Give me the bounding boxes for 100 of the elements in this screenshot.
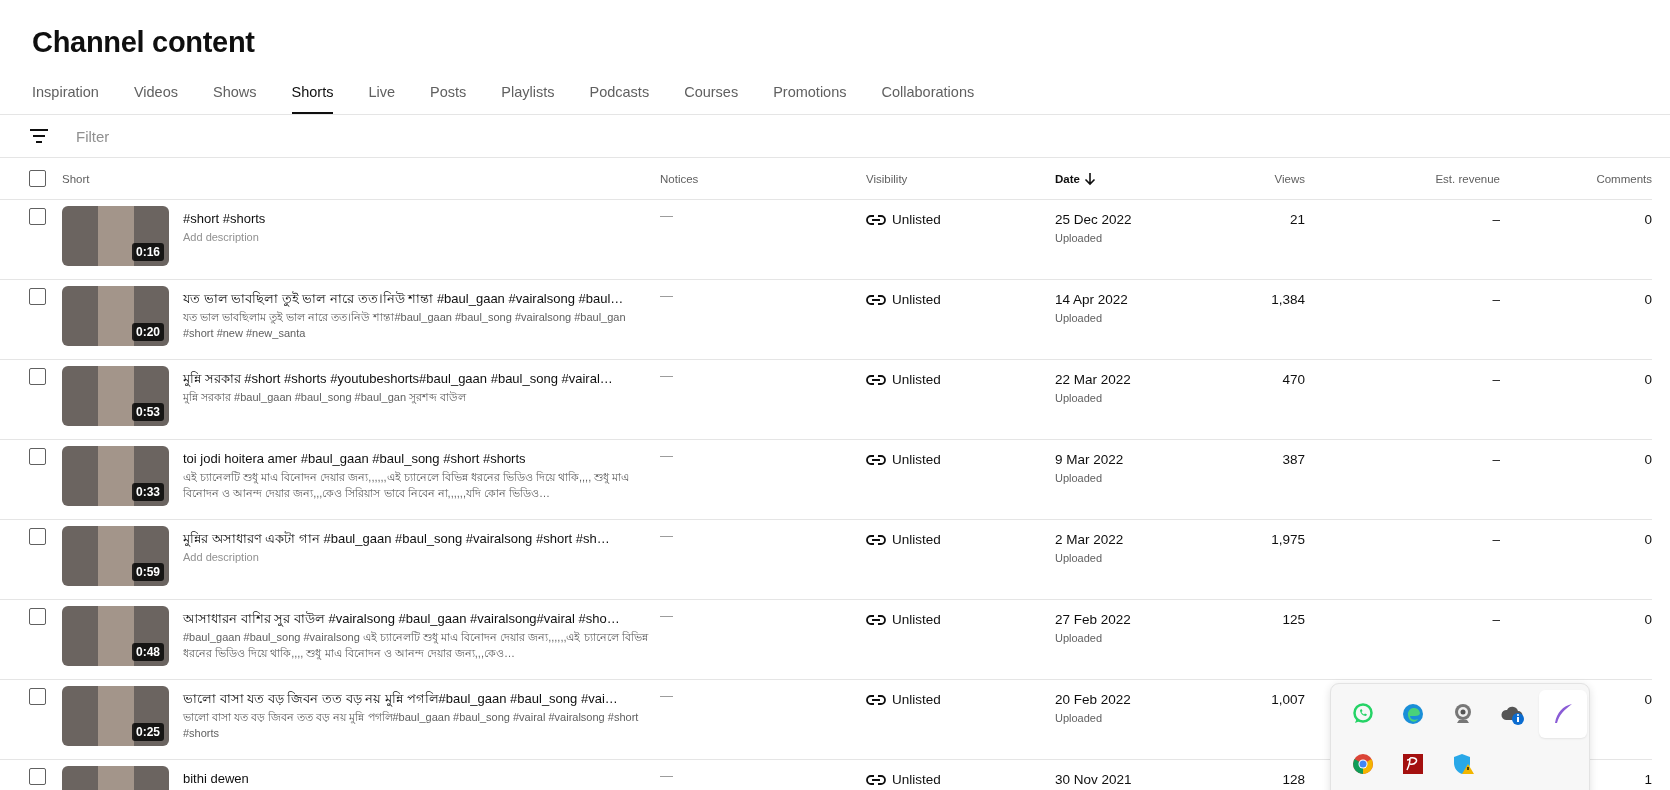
checkbox[interactable]	[29, 608, 46, 625]
video-title[interactable]: #short #shorts	[183, 210, 655, 227]
checkbox[interactable]	[29, 528, 46, 545]
date-text: 20 Feb 2022	[1055, 692, 1132, 707]
duration-badge: 0:20	[131, 323, 164, 341]
checkbox[interactable]	[29, 368, 46, 385]
date-text: 25 Dec 2022	[1055, 212, 1133, 227]
filter-icon[interactable]	[28, 128, 50, 144]
tab[interactable]: Podcasts	[589, 84, 650, 114]
tab[interactable]: Promotions	[773, 84, 847, 114]
link-icon	[866, 693, 886, 706]
visibility-text: Unlisted	[892, 292, 941, 307]
tab[interactable]: Videos	[133, 84, 178, 114]
date-text: 27 Feb 2022	[1055, 612, 1132, 627]
comments-count: 1	[1644, 772, 1652, 787]
visibility-text: Unlisted	[892, 452, 941, 467]
notices-text: —	[660, 367, 673, 383]
checkbox[interactable]	[29, 170, 46, 187]
video-description: এই চ্যানেলটি শুধু মাএ বিনোদন দেয়ার জন্য,,,,,,এই চ্যানেলে বিভিন্ন ধরনের ভিডিও দিয়ে থাকি,,,, শুধু মাএ বিনোদন ও আনন্দ দেয়ার জন্য,,,কেও সিরিয়াস ভাবে নিবেন না,,,,,,যদি কোন ভিডিও…	[183, 470, 631, 501]
checkbox[interactable]	[29, 288, 46, 305]
video-description: Add description	[183, 550, 260, 565]
video-title[interactable]: যত ভাল ভাবছিলা তুই ভাল নারে তত।নিউ শান্তা #baul_gaan #vairalsong #baul…	[183, 290, 655, 307]
revenue-value: –	[1492, 452, 1500, 467]
upload-status: Uploaded	[1055, 472, 1104, 484]
sort-arrow-icon[interactable]	[1083, 171, 1096, 186]
video-thumbnail[interactable]: 0:16	[62, 206, 169, 266]
page-title: Channel content	[32, 25, 256, 60]
video-thumbnail[interactable]: 0:53	[62, 366, 169, 426]
link-icon	[866, 293, 886, 306]
date-text: 14 Apr 2022	[1055, 292, 1129, 307]
tab[interactable]: Shorts	[291, 84, 334, 114]
date-text: 22 Mar 2022	[1055, 372, 1132, 387]
video-title[interactable]: ভালো বাসা যত বড় জিবন তত বড় নয় মুন্নি পগলি#baul_gaan #baul_song #vai…	[183, 690, 655, 707]
duration-badge: 0:33	[131, 483, 164, 501]
revenue-value: –	[1492, 292, 1500, 307]
tab[interactable]: Shows	[213, 84, 257, 114]
link-icon	[866, 453, 886, 466]
video-description: ভালো বাসা যত বড় জিবন তত বড় নয় মুন্নি পগলি#baul_gaan #baul_song #vairal #vairalsong #short #shorts	[183, 710, 640, 741]
link-icon	[866, 373, 886, 386]
tab[interactable]: Posts	[430, 84, 467, 114]
views-count: 125	[1282, 612, 1305, 627]
checkbox[interactable]	[29, 208, 46, 225]
comments-count: 0	[1644, 612, 1652, 627]
video-title[interactable]: আসাধারন বাশির সুর বাউল #vairalsong #baul_gaan #vairalsong#vairal #sho…	[183, 610, 655, 627]
shield-warning-icon	[1451, 752, 1475, 776]
video-title[interactable]: toi jodi hoitera amer #baul_gaan #baul_song #short #shorts	[183, 450, 655, 467]
duration-badge: 0:25	[131, 723, 164, 741]
views-count: 470	[1282, 372, 1305, 387]
comments-count: 0	[1644, 532, 1652, 547]
video-thumbnail[interactable]: 0:33	[62, 446, 169, 506]
video-thumbnail[interactable]: 0:25	[62, 686, 169, 746]
visibility-text: Unlisted	[892, 372, 941, 387]
comments-count: 0	[1644, 692, 1652, 707]
column-header[interactable]: Comments	[1596, 172, 1652, 185]
duration-badge: 0:48	[131, 643, 164, 661]
circle-logo-icon	[1351, 752, 1375, 776]
notices-text: —	[660, 607, 673, 623]
link-icon	[866, 613, 886, 626]
column-header[interactable]: Views	[1274, 172, 1305, 185]
checkbox[interactable]	[29, 448, 46, 465]
upload-status: Uploaded	[1055, 552, 1104, 564]
video-title[interactable]: bithi dewen	[183, 770, 655, 787]
video-title[interactable]: মুন্নি সরকার #short #shorts #youtubeshorts#baul_gaan #baul_song #vairal…	[183, 370, 655, 387]
video-thumbnail[interactable]: 0:59	[62, 526, 169, 586]
notices-text: —	[660, 527, 673, 543]
upload-status: Uploaded	[1055, 632, 1104, 644]
video-thumbnail[interactable]: 0:48	[62, 606, 169, 666]
visibility-text: Unlisted	[892, 772, 941, 787]
column-header[interactable]: Date	[1055, 172, 1080, 185]
tab[interactable]: Courses	[684, 84, 739, 114]
notices-text: —	[660, 287, 673, 303]
revenue-value: –	[1492, 532, 1500, 547]
comments-count: 0	[1644, 452, 1652, 467]
checkbox[interactable]	[29, 768, 46, 785]
tab[interactable]: Collaborations	[881, 84, 975, 114]
column-header[interactable]: Short	[62, 172, 90, 185]
tab[interactable]: Playlists	[501, 84, 555, 114]
notices-text: —	[660, 447, 673, 463]
video-title[interactable]: মুন্নির অসাধারণ একটা গান #baul_gaan #baul_song #vairalsong #short #sh…	[183, 530, 655, 547]
visibility-text: Unlisted	[892, 532, 941, 547]
tab[interactable]: Live	[368, 84, 396, 114]
notices-text: —	[660, 207, 673, 223]
visibility-text: Unlisted	[892, 692, 941, 707]
column-header[interactable]: Est. revenue	[1435, 172, 1500, 185]
duration-badge: 0:53	[131, 403, 164, 421]
revenue-value: –	[1492, 372, 1500, 387]
checkbox[interactable]	[29, 688, 46, 705]
video-thumbnail[interactable]: 0:20	[62, 286, 169, 346]
column-header[interactable]: Visibility	[866, 172, 908, 185]
column-header[interactable]: Notices	[660, 172, 699, 185]
link-icon	[866, 533, 886, 546]
video-description: মুন্নি সরকার #baul_gaan #baul_song #baul_gan সুরশব্দ বাউল	[183, 390, 468, 405]
video-description: যত ভাল ভাবছিলাম তুই ভাল নারে তত।নিউ শান্তা#baul_gaan #baul_song #vairalsong #baul_gan #short #new #new_santa	[183, 310, 627, 341]
views-count: 1,007	[1271, 692, 1305, 707]
visibility-text: Unlisted	[892, 212, 941, 227]
upload-status: Uploaded	[1055, 392, 1104, 404]
upload-status: Uploaded	[1055, 312, 1104, 324]
video-description: #baul_gaan #baul_song #vairalsong এই চ্যানেলটি শুধু মাএ বিনোদন দেয়ার জন্য,,,,,,এই চ্যানেলে বিভিন্ন ধরনের ভিডিও দিয়ে থাকি,,,, শুধু মাএ বিনোদন ও আনন্দ দেয়ার জন্য,,,কেও…	[183, 630, 650, 661]
tab[interactable]: Inspiration	[32, 84, 99, 114]
upload-status: Uploaded	[1055, 712, 1104, 724]
